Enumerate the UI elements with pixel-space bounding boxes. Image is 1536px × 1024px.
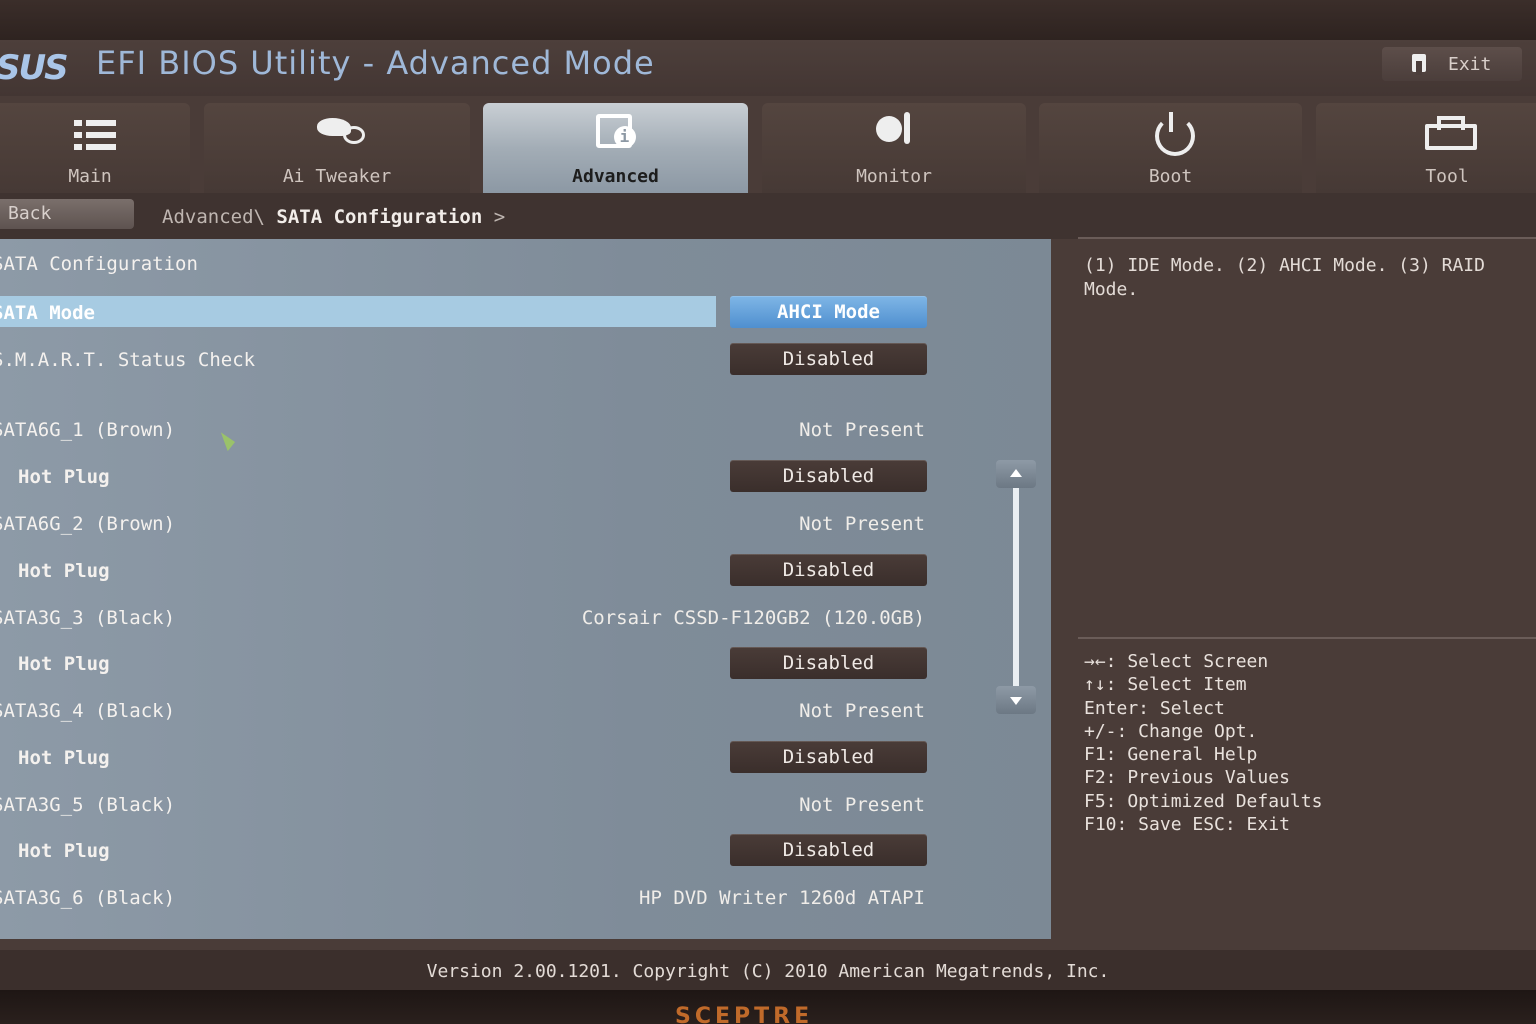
asus-logo: SUS [0,48,69,88]
setting-label: Hot Plug [18,840,110,862]
port-label: SATA3G_4 (Black) [0,700,176,722]
key-legend: →←: Select Screen ↑↓: Select Item Enter:… [1084,650,1322,836]
monitor-brand-logo: SCEPTRE [675,1004,814,1024]
key-hint: ↑↓: Select Item [1084,674,1247,696]
toolbox-icon [1417,108,1477,152]
breadcrumb-parent[interactable]: Advanced\ [162,206,265,228]
exit-door-icon [1410,53,1430,75]
port-row-sata3g-3: SATA3G_3 (Black) Corsair CSSD-F120GB2 (1… [0,601,1051,635]
scroll-up-arrow-icon[interactable] [996,460,1036,488]
app-title: EFI BIOS Utility - Advanced Mode [96,44,655,82]
key-hint: +/-: Change Opt. [1084,720,1258,742]
hot-plug-4-option-button[interactable]: Disabled [730,741,927,773]
port-label: SATA6G_2 (Brown) [0,513,176,535]
port-label: SATA3G_6 (Black) [0,887,176,909]
port-device-value: Not Present [799,513,925,535]
section-title: SATA Configuration [0,253,198,275]
help-divider [1078,637,1536,639]
tab-monitor[interactable]: Monitor [762,103,1026,193]
tab-main[interactable]: Main [0,103,190,193]
selection-highlight [0,296,716,327]
hot-plug-3-option-button[interactable]: Disabled [730,647,927,679]
monitor-gauge-icon [864,108,924,152]
port-label: SATA3G_5 (Black) [0,794,176,816]
sata-mode-option-button[interactable]: AHCI Mode [730,296,927,328]
port-device-value: Not Present [799,700,925,722]
setting-row-hot-plug-3[interactable]: Hot Plug Disabled [0,647,1051,681]
hot-plug-1-option-button[interactable]: Disabled [730,460,927,492]
key-hint: F1: General Help [1084,744,1258,766]
setting-label: SATA Mode [0,302,95,324]
setting-label: Hot Plug [18,747,110,769]
scroll-down-arrow-icon[interactable] [996,686,1036,714]
setting-row-hot-plug-5[interactable]: Hot Plug Disabled [0,834,1051,868]
tab-advanced-label: Advanced [572,166,659,187]
tab-boot-label: Boot [1148,166,1193,187]
port-label: SATA3G_3 (Black) [0,607,176,629]
port-row-sata3g-4: SATA3G_4 (Black) Not Present [0,694,1051,728]
ai-tweaker-icon [307,108,367,152]
main-tabs: Main Ai Tweaker Advanced Monitor Boot To… [0,103,1536,193]
setting-row-hot-plug-2[interactable]: Hot Plug Disabled [0,554,1051,588]
port-device-value: Corsair CSSD-F120GB2 (120.0GB) [581,607,925,629]
port-device-value: Not Present [799,419,925,441]
exit-button[interactable]: Exit [1382,47,1522,81]
key-hint: Enter: Select [1084,697,1225,719]
breadcrumb-suffix: > [493,206,506,228]
setting-label: Hot Plug [18,560,110,582]
tab-ai-tweaker-label: Ai Tweaker [282,166,392,187]
advanced-info-icon [586,108,646,152]
breadcrumb: Advanced\ SATA Configuration > [162,206,505,228]
scrollbar-track[interactable] [1013,488,1019,686]
version-footer: Version 2.00.1201. Copyright (C) 2010 Am… [0,950,1536,990]
tab-ai-tweaker[interactable]: Ai Tweaker [204,103,470,193]
setting-label: S.M.A.R.T. Status Check [0,349,256,371]
key-hint: →←: Select Screen [1084,651,1269,672]
setting-row-smart-check[interactable]: S.M.A.R.T. Status Check Disabled [0,343,1051,377]
port-device-value: HP DVD Writer 1260d ATAPI [639,887,925,909]
tab-monitor-label: Monitor [856,166,932,187]
hot-plug-5-option-button[interactable]: Disabled [730,834,927,866]
setting-row-hot-plug-4[interactable]: Hot Plug Disabled [0,741,1051,775]
port-row-sata6g-1: SATA6G_1 (Brown) Not Present [0,413,1051,447]
setting-label: Hot Plug [18,466,110,488]
tab-tool-label: Tool [1425,166,1469,187]
port-row-sata3g-5: SATA3G_5 (Black) Not Present [0,788,1051,822]
setting-row-sata-mode[interactable]: SATA Mode AHCI Mode [0,296,1051,330]
setting-label: Hot Plug [18,653,110,675]
tab-advanced[interactable]: Advanced [483,103,748,193]
port-device-value: Not Present [799,794,925,816]
back-button[interactable]: Back [0,199,134,229]
smart-check-option-button[interactable]: Disabled [730,343,927,375]
port-row-sata6g-2: SATA6G_2 (Brown) Not Present [0,507,1051,541]
key-hint: F2: Previous Values [1084,767,1290,789]
power-icon [1141,108,1201,156]
tab-tool[interactable]: Tool [1316,103,1536,193]
port-row-sata3g-6: SATA3G_6 (Black) HP DVD Writer 1260d ATA… [0,881,1051,915]
list-icon [60,108,120,152]
help-description: (1) IDE Mode. (2) AHCI Mode. (3) RAID Mo… [1084,255,1485,300]
hot-plug-2-option-button[interactable]: Disabled [730,554,927,586]
tab-main-label: Main [68,166,112,187]
key-hint: F5: Optimized Defaults [1084,790,1323,812]
tab-boot[interactable]: Boot [1039,103,1302,193]
key-hint: F10: Save ESC: Exit [1084,814,1290,836]
exit-label: Exit [1448,53,1492,75]
port-label: SATA6G_1 (Brown) [0,419,176,441]
monitor-bezel-top [0,0,1536,40]
breadcrumb-current: SATA Configuration [276,206,483,228]
help-divider-top [1078,237,1536,239]
setting-row-hot-plug-1[interactable]: Hot Plug Disabled [0,460,1051,494]
